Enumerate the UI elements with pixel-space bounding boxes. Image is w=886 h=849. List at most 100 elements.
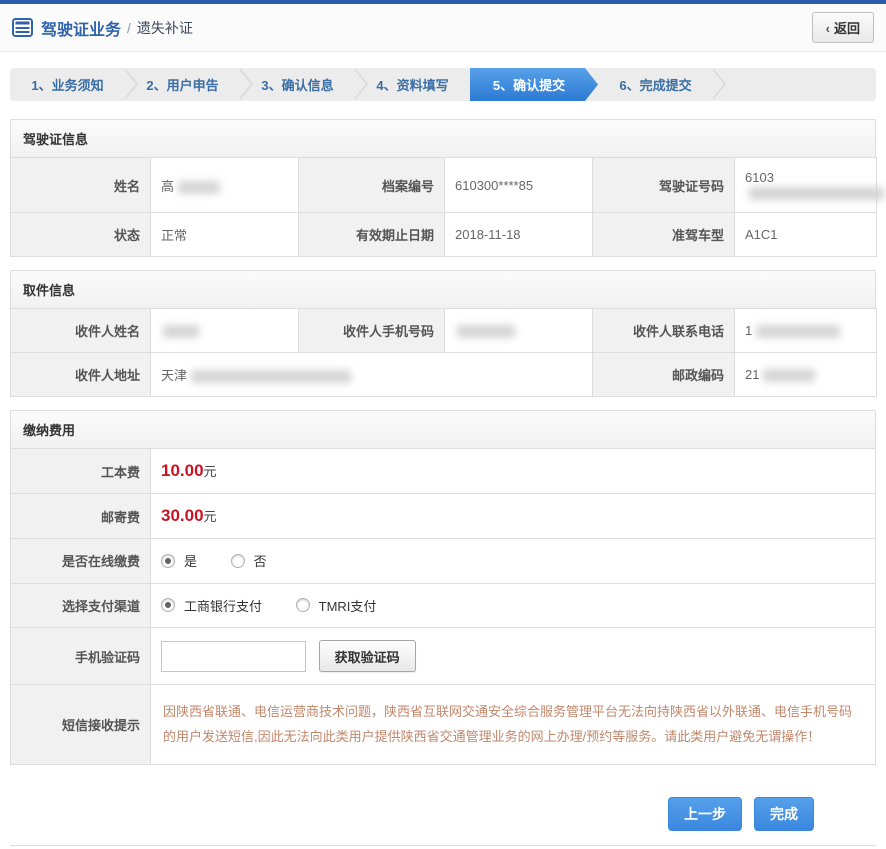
section-title-payment-fees: 缴纳费用 bbox=[10, 410, 876, 448]
step-4-fill-materials: 4、资料填写 bbox=[355, 68, 470, 101]
table-row: 状态 正常 有效期止日期 2018-11-18 准驾车型 A1C1 bbox=[11, 213, 877, 257]
radio-online-payment-no[interactable]: 否 bbox=[231, 551, 267, 570]
field-expiry-value: 2018-11-18 bbox=[445, 213, 593, 257]
field-license-no-label: 驾驶证号码 bbox=[593, 158, 735, 213]
field-channel-label: 选择支付渠道 bbox=[11, 583, 151, 628]
field-recipient-name-label: 收件人姓名 bbox=[11, 309, 151, 353]
main-content: 1、业务须知 2、用户申告 3、确认信息 4、资料填写 5、确认提交 6、完成提… bbox=[0, 68, 886, 849]
page-header: 驾驶证业务 / 遗失补证 ‹ 返回 bbox=[0, 4, 886, 52]
radio-channel-tmri[interactable]: TMRI支付 bbox=[296, 596, 377, 615]
field-recipient-address-value: 天津 bbox=[151, 353, 593, 397]
payment-channel-options: 工商银行支付 TMRI支付 bbox=[151, 583, 876, 628]
field-postal-code-text: 21 bbox=[745, 367, 759, 382]
step-progress-bar: 1、业务须知 2、用户申告 3、确认信息 4、资料填写 5、确认提交 6、完成提… bbox=[10, 68, 876, 101]
table-row: 手机验证码 获取验证码 bbox=[11, 628, 876, 685]
field-recipient-mobile-label: 收件人手机号码 bbox=[299, 309, 445, 353]
table-row: 收件人地址 天津 邮政编码 21 bbox=[11, 353, 877, 397]
redacted-value bbox=[191, 370, 351, 383]
field-expiry-label: 有效期止日期 bbox=[299, 213, 445, 257]
license-info-table: 姓名 高 档案编号 610300****85 驾驶证号码 6103 状态 正常 … bbox=[10, 157, 877, 257]
radio-label: 是 bbox=[184, 551, 197, 570]
radio-label: TMRI支付 bbox=[319, 596, 377, 615]
radio-button-icon bbox=[161, 554, 175, 568]
field-recipient-mobile-value bbox=[445, 309, 593, 353]
table-row: 工本费 10.00元 bbox=[11, 449, 876, 494]
redacted-value bbox=[756, 325, 840, 338]
step-bar-filler bbox=[713, 68, 876, 101]
breadcrumb-separator: / bbox=[127, 20, 131, 36]
field-vehicle-class-value: A1C1 bbox=[735, 213, 877, 257]
step-3-confirm-info: 3、确认信息 bbox=[240, 68, 355, 101]
finish-button[interactable]: 完成 bbox=[754, 797, 814, 831]
step-2-user-declaration: 2、用户申告 bbox=[125, 68, 240, 101]
fee-unit: 元 bbox=[204, 509, 217, 524]
field-sms-notice-label: 短信接收提示 bbox=[11, 685, 151, 765]
payment-fees-table: 工本费 10.00元 邮寄费 30.00元 是否在线缴费 是 否 选择支付渠道 … bbox=[10, 448, 876, 765]
field-sms-code-label: 手机验证码 bbox=[11, 628, 151, 685]
field-license-no-value: 6103 bbox=[735, 158, 877, 213]
back-button-label: 返回 bbox=[834, 21, 860, 36]
page-title: 驾驶证业务 bbox=[41, 16, 121, 40]
get-code-button[interactable]: 获取验证码 bbox=[319, 640, 416, 672]
field-file-no-value: 610300****85 bbox=[445, 158, 593, 213]
redacted-value bbox=[763, 369, 815, 382]
step-5-confirm-submit: 5、确认提交 bbox=[470, 68, 598, 101]
form-footer: 上一步 完成 bbox=[10, 765, 876, 831]
sms-code-input[interactable] bbox=[161, 641, 306, 672]
field-name-value: 高 bbox=[151, 158, 299, 213]
redacted-value bbox=[457, 325, 515, 338]
field-postage-fee-value: 30.00元 bbox=[151, 494, 876, 539]
radio-button-icon bbox=[231, 554, 245, 568]
redacted-value bbox=[163, 325, 199, 338]
field-file-no-label: 档案编号 bbox=[299, 158, 445, 213]
sms-notice-cell: 因陕西省联通、电信运营商技术问题，陕西省互联网交通安全综合服务管理平台无法向持陕… bbox=[151, 685, 876, 765]
field-recipient-name-value bbox=[151, 309, 299, 353]
field-recipient-tel-label: 收件人联系电话 bbox=[593, 309, 735, 353]
field-recipient-tel-value: 1 bbox=[735, 309, 877, 353]
section-license-info: 驾驶证信息 姓名 高 档案编号 610300****85 驾驶证号码 6103 … bbox=[10, 119, 876, 257]
table-row: 短信接收提示 因陕西省联通、电信运营商技术问题，陕西省互联网交通安全综合服务管理… bbox=[11, 685, 876, 765]
table-row: 是否在线缴费 是 否 bbox=[11, 539, 876, 584]
radio-label: 否 bbox=[254, 551, 267, 570]
sms-notice-text: 因陕西省联通、电信运营商技术问题，陕西省互联网交通安全综合服务管理平台无法向持陕… bbox=[161, 697, 865, 752]
radio-button-icon bbox=[296, 598, 310, 612]
production-fee-amount: 10.00 bbox=[161, 461, 204, 480]
field-recipient-address-label: 收件人地址 bbox=[11, 353, 151, 397]
field-postage-fee-label: 邮寄费 bbox=[11, 494, 151, 539]
document-list-icon bbox=[12, 18, 33, 37]
back-button[interactable]: ‹ 返回 bbox=[812, 12, 874, 43]
postage-fee-amount: 30.00 bbox=[161, 506, 204, 525]
section-pickup-info: 取件信息 收件人姓名 收件人手机号码 收件人联系电话 1 收件人地址 天津 邮政… bbox=[10, 270, 876, 397]
field-recipient-address-text: 天津 bbox=[161, 368, 187, 383]
field-vehicle-class-label: 准驾车型 bbox=[593, 213, 735, 257]
redacted-value bbox=[749, 187, 884, 200]
table-row: 姓名 高 档案编号 610300****85 驾驶证号码 6103 bbox=[11, 158, 877, 213]
step-1-business-notice: 1、业务须知 bbox=[10, 68, 125, 101]
field-production-fee-value: 10.00元 bbox=[151, 449, 876, 494]
radio-online-payment-yes[interactable]: 是 bbox=[161, 551, 197, 570]
field-name-text: 高 bbox=[161, 179, 174, 194]
table-row: 收件人姓名 收件人手机号码 收件人联系电话 1 bbox=[11, 309, 877, 353]
online-payment-options: 是 否 bbox=[151, 539, 876, 584]
prev-step-button[interactable]: 上一步 bbox=[668, 797, 742, 831]
page-bottom-divider bbox=[10, 845, 876, 849]
field-postal-code-value: 21 bbox=[735, 353, 877, 397]
field-production-fee-label: 工本费 bbox=[11, 449, 151, 494]
field-recipient-tel-text: 1 bbox=[745, 323, 752, 338]
chevron-left-icon: ‹ bbox=[826, 21, 830, 36]
table-row: 邮寄费 30.00元 bbox=[11, 494, 876, 539]
radio-channel-icbc[interactable]: 工商银行支付 bbox=[161, 596, 262, 615]
sms-code-cell: 获取验证码 bbox=[151, 628, 876, 685]
radio-label: 工商银行支付 bbox=[184, 596, 262, 615]
breadcrumb-current: 遗失补证 bbox=[137, 18, 193, 38]
field-online-payment-label: 是否在线缴费 bbox=[11, 539, 151, 584]
field-name-label: 姓名 bbox=[11, 158, 151, 213]
section-payment-fees: 缴纳费用 工本费 10.00元 邮寄费 30.00元 是否在线缴费 是 否 选择… bbox=[10, 410, 876, 765]
section-title-license-info: 驾驶证信息 bbox=[10, 119, 876, 157]
fee-unit: 元 bbox=[204, 464, 217, 479]
section-title-pickup-info: 取件信息 bbox=[10, 270, 876, 308]
table-row: 选择支付渠道 工商银行支付 TMRI支付 bbox=[11, 583, 876, 628]
radio-button-icon bbox=[161, 598, 175, 612]
step-6-complete-submit: 6、完成提交 bbox=[598, 68, 713, 101]
redacted-value bbox=[178, 181, 220, 194]
